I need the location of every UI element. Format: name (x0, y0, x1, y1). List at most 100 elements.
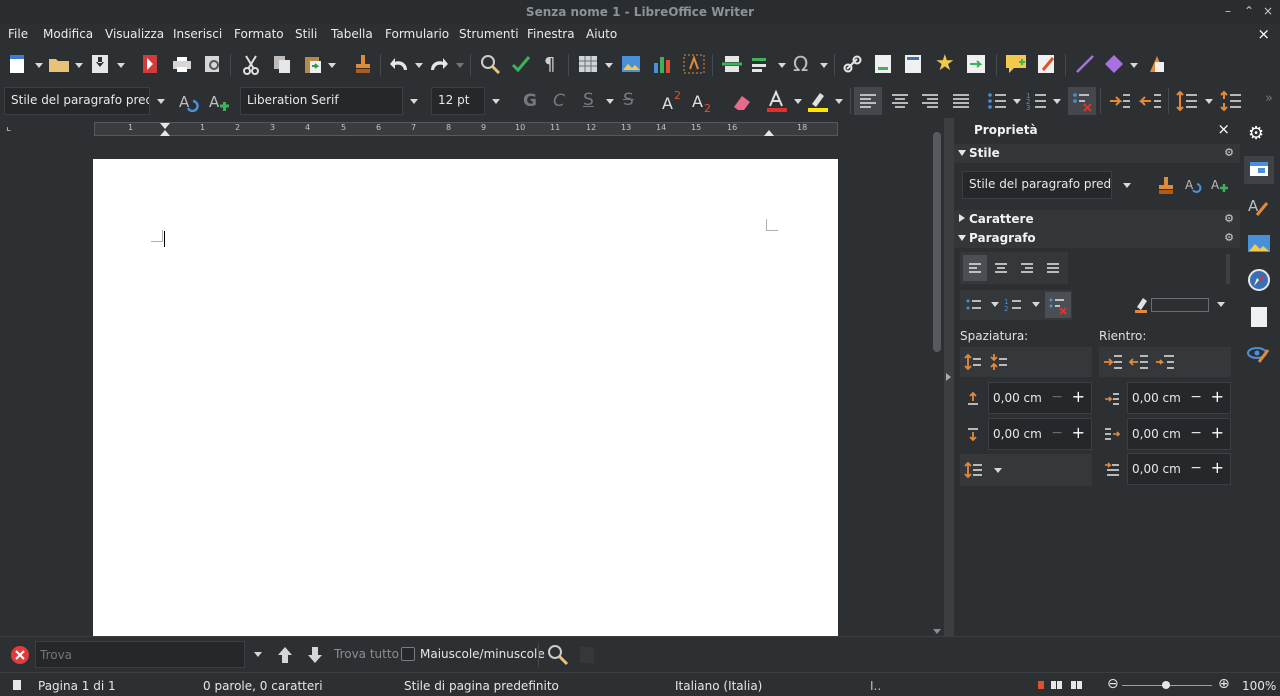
background-color-icon[interactable] (1134, 295, 1150, 313)
line-spacing-dropdown-icon[interactable] (1205, 99, 1213, 104)
menu-modifica[interactable]: Modifica (43, 27, 93, 41)
increase-spacing-icon[interactable] (964, 353, 982, 371)
clear-formatting-icon[interactable] (731, 92, 753, 112)
after-text-indent-field[interactable]: 0,00 cm − + (1127, 418, 1231, 450)
page-style[interactable]: Stile di pagina predefinito (404, 679, 559, 693)
menu-aiuto[interactable]: Aiuto (586, 27, 617, 41)
sidebar-align-center-icon[interactable] (989, 255, 1013, 281)
sidebar-new-style-icon[interactable]: A (1211, 176, 1229, 194)
print-preview-icon[interactable] (204, 55, 222, 73)
sidebar-justify-icon[interactable] (1041, 255, 1065, 281)
bookmark-icon[interactable]: ★ (935, 51, 955, 76)
spelling-icon[interactable] (511, 54, 531, 74)
scroll-down-icon[interactable] (933, 629, 941, 634)
menu-inserisci[interactable]: Inserisci (173, 27, 222, 41)
update-style-icon[interactable]: A (178, 92, 200, 112)
bullets-icon[interactable] (986, 90, 1008, 112)
paragraph-panel-options-icon[interactable]: ⚙ (1224, 231, 1234, 244)
no-list-icon[interactable] (1068, 87, 1096, 115)
bullets-dropdown-icon[interactable] (1013, 99, 1021, 104)
vertical-scrollbar[interactable] (930, 118, 944, 636)
menu-formulario[interactable]: Formulario (385, 27, 449, 41)
sidebar-align-left-icon[interactable] (963, 255, 987, 281)
align-left-icon[interactable] (854, 87, 882, 115)
close-sidebar-icon[interactable]: × (1217, 120, 1230, 138)
ruler-scale[interactable]: 1 1 2 3 4 5 6 7 8 9 10 11 12 13 14 15 16… (94, 122, 838, 136)
word-count[interactable]: 0 parole, 0 caratteri (203, 679, 323, 693)
sidebar-increase-indent-icon[interactable] (1103, 353, 1123, 371)
sidebar-align-right-icon[interactable] (1015, 255, 1039, 281)
basic-shapes-icon[interactable] (1104, 54, 1124, 74)
save-dropdown-icon[interactable] (117, 63, 125, 68)
line-spacing-icon[interactable] (1175, 90, 1199, 112)
right-indent-marker[interactable] (764, 130, 774, 136)
below-spacing-field[interactable]: 0,00 cm − + (988, 418, 1092, 450)
formatting-marks-icon[interactable]: ¶ (544, 54, 555, 75)
subscript-icon[interactable]: A2 (691, 90, 715, 114)
sidebar-paragraph-style-combo[interactable]: Stile del paragrafo predefi (962, 171, 1112, 199)
find-replace-icon[interactable] (480, 54, 502, 74)
menu-file[interactable]: File (8, 27, 28, 41)
align-center-icon[interactable] (889, 90, 911, 112)
highlight-dropdown-icon[interactable] (835, 99, 843, 104)
field-dropdown-icon[interactable] (778, 63, 786, 68)
page-count[interactable]: Pagina 1 di 1 (38, 679, 116, 693)
menu-formato[interactable]: Formato (234, 27, 284, 41)
clone-formatting-icon[interactable] (354, 54, 372, 74)
character-panel-header[interactable]: Carattere ⚙ (954, 210, 1240, 229)
font-size-dropdown-icon[interactable] (485, 87, 507, 115)
below-spacing-decrement[interactable]: − (1051, 425, 1063, 441)
shapes-dropdown-icon[interactable] (1130, 63, 1138, 68)
sidebar-collapse-handle[interactable] (944, 118, 954, 636)
sidebar-style-dropdown-icon[interactable] (1116, 171, 1138, 199)
open-dropdown-icon[interactable] (75, 63, 83, 68)
minimize-icon[interactable]: – (1225, 4, 1231, 18)
before-indent-increment[interactable]: + (1211, 387, 1224, 406)
cut-icon[interactable] (242, 55, 260, 75)
style-panel-options-icon[interactable]: ⚙ (1224, 146, 1234, 159)
font-size-combo[interactable]: 12 pt (431, 87, 485, 115)
draw-functions-icon[interactable] (1147, 54, 1167, 74)
insert-textbox-icon[interactable] (683, 54, 705, 74)
hyperlink-icon[interactable] (843, 55, 863, 73)
background-color-swatch[interactable] (1151, 298, 1209, 312)
menu-strumenti[interactable]: Strumenti (459, 27, 519, 41)
page-break-icon[interactable] (721, 55, 743, 73)
page-tab-icon[interactable] (1249, 305, 1269, 329)
italic-icon[interactable]: C (553, 91, 565, 111)
print-icon[interactable] (172, 56, 192, 72)
find-next-icon[interactable] (306, 645, 324, 665)
sidebar-bullets-dropdown-icon[interactable] (991, 302, 999, 307)
header-footer-icon[interactable] (904, 54, 922, 74)
redo-icon[interactable] (429, 56, 449, 72)
justify-icon[interactable] (950, 90, 972, 112)
first-line-indent-decrement[interactable]: − (1190, 460, 1202, 476)
sidebar-numbering-dropdown-icon[interactable] (1032, 302, 1040, 307)
cross-reference-icon[interactable] (966, 54, 986, 74)
toolbar-overflow-icon[interactable]: » (1265, 91, 1273, 106)
menu-stili[interactable]: Stili (295, 27, 317, 41)
paste-icon[interactable] (303, 54, 323, 74)
sidebar-settings-icon[interactable]: ⚙ (1248, 123, 1264, 144)
special-character-icon[interactable]: Ω (793, 52, 808, 76)
decrease-indent-icon[interactable] (1139, 90, 1163, 112)
table-dropdown-icon[interactable] (605, 63, 613, 68)
properties-tab-icon[interactable] (1244, 156, 1274, 184)
styles-tab-icon[interactable]: A (1247, 195, 1271, 219)
footnote-icon[interactable] (874, 54, 892, 74)
track-changes-icon[interactable] (1037, 54, 1057, 74)
zoom-level[interactable]: 100% (1242, 679, 1276, 693)
sidebar-numbering-icon[interactable]: 12 (1004, 295, 1024, 315)
bold-icon[interactable]: G (523, 91, 537, 111)
sidebar-no-list-icon[interactable] (1045, 292, 1071, 318)
menu-finestra[interactable]: Finestra (527, 27, 575, 41)
special-character-dropdown-icon[interactable] (820, 63, 828, 68)
sidebar-decrease-indent-icon[interactable] (1129, 353, 1149, 371)
first-line-indent-field[interactable]: 0,00 cm − + (1127, 453, 1231, 485)
comment-icon[interactable] (1005, 54, 1027, 74)
zoom-out-icon[interactable]: ⊖ (1107, 676, 1119, 692)
paragraph-spacing-icon[interactable] (1219, 90, 1243, 112)
sidebar-line-spacing-icon[interactable] (964, 461, 984, 479)
hanging-indent-icon[interactable] (1155, 353, 1175, 371)
match-case-checkbox[interactable] (401, 647, 415, 661)
